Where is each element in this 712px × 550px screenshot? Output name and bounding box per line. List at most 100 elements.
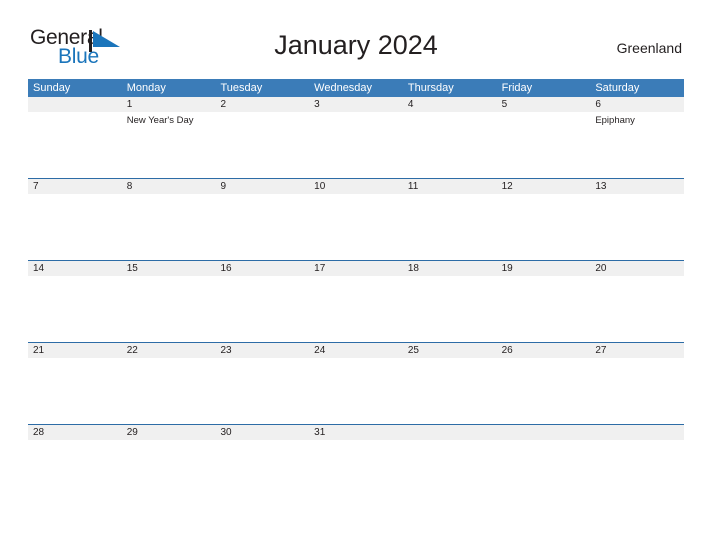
day-cell[interactable] (122, 358, 216, 424)
day-number[interactable]: 1 (122, 97, 216, 112)
day-number[interactable]: 27 (590, 343, 684, 358)
day-number[interactable]: 20 (590, 261, 684, 276)
day-number[interactable]: 11 (403, 179, 497, 194)
week-date-band: 7 8 9 10 11 12 13 (28, 179, 684, 194)
day-number[interactable]: 16 (215, 261, 309, 276)
day-cell[interactable] (403, 440, 497, 442)
day-number[interactable]: 30 (215, 425, 309, 440)
week-date-band: 123456 (28, 97, 684, 112)
weekday-header-row: Sunday Monday Tuesday Wednesday Thursday… (28, 79, 684, 97)
day-number[interactable]: 26 (497, 343, 591, 358)
day-cell[interactable] (215, 358, 309, 424)
day-cell[interactable] (215, 440, 309, 442)
day-number[interactable]: 29 (122, 425, 216, 440)
day-cell[interactable] (403, 112, 497, 178)
day-number[interactable]: 24 (309, 343, 403, 358)
week-event-band (28, 194, 684, 260)
calendar-weeks: 1 2 3 4 5 6 New Year's Day Epiphany 7 8 9 10 11 12 13 1… (28, 97, 684, 440)
day-cell[interactable] (497, 440, 591, 442)
day-cell[interactable] (122, 194, 216, 260)
day-cell[interactable]: New Year's Day (122, 112, 216, 178)
day-cell[interactable] (590, 276, 684, 342)
weekday-header-sunday: Sunday (33, 82, 71, 94)
day-cell[interactable] (309, 358, 403, 424)
calendar-week-row: 1 2 3 4 5 6 New Year's Day Epiphany (28, 97, 684, 178)
calendar-week-row: 7 8 9 10 11 12 13 (28, 178, 684, 260)
day-cell[interactable] (590, 194, 684, 260)
day-cell[interactable] (497, 276, 591, 342)
day-number[interactable]: 5 (497, 97, 591, 112)
day-number-empty (497, 425, 591, 440)
day-cell[interactable] (122, 276, 216, 342)
day-number[interactable]: 6 (590, 97, 684, 112)
day-number[interactable]: 8 (122, 179, 216, 194)
weekday-header-tuesday: Tuesday (220, 82, 263, 94)
day-cell[interactable] (28, 194, 122, 260)
day-number[interactable]: 9 (215, 179, 309, 194)
day-cell[interactable] (403, 194, 497, 260)
day-number[interactable]: 4 (403, 97, 497, 112)
day-cell[interactable] (590, 440, 684, 442)
weekday-header-friday: Friday (501, 82, 533, 94)
day-number[interactable]: 31 (309, 425, 403, 440)
week-event-band (28, 358, 684, 424)
day-number[interactable]: 28 (28, 425, 122, 440)
day-number[interactable]: 10 (309, 179, 403, 194)
day-number[interactable]: 14 (28, 261, 122, 276)
day-cell[interactable] (497, 358, 591, 424)
day-cell[interactable]: Epiphany (590, 112, 684, 178)
page-header: General Blue January 2024 Greenland (0, 0, 712, 67)
weekday-header-thursday: Thursday (407, 82, 454, 94)
week-date-band: 28 29 30 31 (28, 425, 684, 440)
day-cell[interactable] (309, 194, 403, 260)
week-event-band (28, 276, 684, 342)
day-cell[interactable] (309, 112, 403, 178)
day-number[interactable]: 18 (403, 261, 497, 276)
day-cell[interactable] (28, 358, 122, 424)
day-cell[interactable] (28, 276, 122, 342)
day-number-empty (403, 425, 497, 440)
day-cell[interactable] (309, 276, 403, 342)
day-number[interactable]: 17 (309, 261, 403, 276)
day-number[interactable]: 2 (215, 97, 309, 112)
day-cell[interactable] (497, 112, 591, 178)
location-label: Greenland (616, 40, 682, 56)
day-number[interactable]: 22 (122, 343, 216, 358)
day-cell[interactable] (497, 194, 591, 260)
day-number[interactable]: 15 (122, 261, 216, 276)
day-number[interactable]: 23 (215, 343, 309, 358)
day-number[interactable]: 7 (28, 179, 122, 194)
day-cell[interactable] (590, 358, 684, 424)
day-number[interactable]: 13 (590, 179, 684, 194)
week-date-band: 21 22 23 24 25 26 27 (28, 343, 684, 358)
day-cell[interactable] (28, 112, 122, 178)
calendar-week-row: 21 22 23 24 25 26 27 (28, 342, 684, 424)
day-number[interactable]: 3 (309, 97, 403, 112)
holiday-label: Epiphany (595, 115, 635, 126)
day-number[interactable]: 19 (497, 261, 591, 276)
page-title: January 2024 (274, 30, 438, 60)
day-number[interactable]: 12 (497, 179, 591, 194)
day-cell[interactable] (215, 112, 309, 178)
day-number[interactable]: 21 (28, 343, 122, 358)
day-cell[interactable] (403, 276, 497, 342)
calendar-page: General Blue January 2024 Greenland Sund… (0, 0, 712, 550)
day-number[interactable]: 25 (403, 343, 497, 358)
weekday-header-monday: Monday (126, 82, 166, 94)
day-cell[interactable] (215, 276, 309, 342)
holiday-label: New Year's Day (126, 115, 194, 126)
week-date-band: 14 15 16 17 18 19 20 (28, 261, 684, 276)
calendar-grid: Sunday Monday Tuesday Wednesday Thursday… (28, 79, 684, 440)
day-number-empty (28, 97, 122, 112)
calendar-week-row: 14 15 16 17 18 19 20 (28, 260, 684, 342)
day-cell[interactable] (403, 358, 497, 424)
day-cell[interactable] (309, 440, 403, 442)
weekday-header-saturday: Saturday (595, 82, 640, 94)
day-number-empty (590, 425, 684, 440)
day-cell[interactable] (122, 440, 216, 442)
week-event-band: New Year's Day Epiphany (28, 112, 684, 178)
day-cell[interactable] (28, 440, 122, 442)
calendar-week-row: 28 29 30 31 (28, 424, 684, 440)
weekday-header-wednesday: Wednesday (314, 82, 373, 94)
day-cell[interactable] (215, 194, 309, 260)
